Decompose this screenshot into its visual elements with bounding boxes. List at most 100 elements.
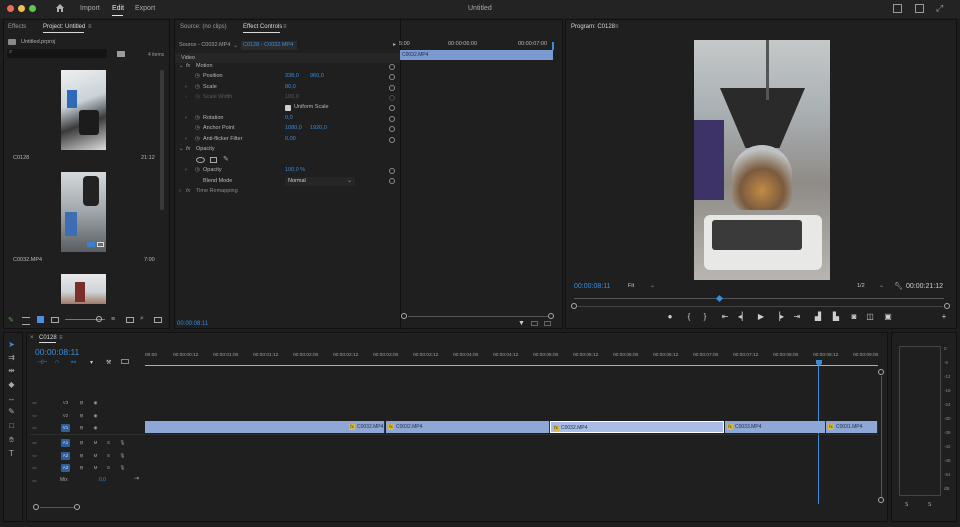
expand-arrow-icon[interactable]: › — [185, 115, 187, 121]
icon-view-icon[interactable] — [37, 316, 44, 323]
linked-selection-icon[interactable]: ⚯ — [71, 359, 76, 366]
automate-icon[interactable] — [126, 317, 134, 323]
selection-tool-icon[interactable]: ➤ — [6, 340, 17, 350]
razor-tool-icon[interactable]: ◆ — [6, 380, 17, 390]
scale-value[interactable]: 80,0 — [285, 84, 296, 90]
solo-button[interactable]: S — [928, 502, 931, 508]
add-marker-icon[interactable]: ▾ — [90, 359, 93, 366]
position-y-value[interactable]: 960,0 — [310, 73, 324, 79]
expand-arrow-icon[interactable]: › — [179, 188, 181, 194]
stopwatch-icon[interactable]: ◷ — [195, 73, 200, 79]
pen-mask-icon[interactable]: ✎ — [223, 155, 229, 163]
new-bin-icon[interactable] — [117, 51, 125, 57]
rotation-value[interactable]: 0,0 — [285, 115, 293, 121]
opacity-value[interactable]: 100,0 % — [285, 167, 305, 173]
timeline-zoom-left[interactable] — [33, 504, 39, 510]
mix-value[interactable]: 0,0 — [99, 477, 106, 483]
timeline-clip[interactable]: fx C0033.MP4 — [725, 421, 826, 433]
loop-icon[interactable] — [544, 321, 551, 326]
ripple-edit-tool-icon[interactable]: ⇹ — [6, 366, 17, 376]
export-tab[interactable]: Export — [135, 5, 155, 12]
vertical-scroll-top[interactable] — [878, 369, 884, 375]
add-button-icon[interactable]: + — [938, 312, 950, 321]
timeline-timecode[interactable]: 00:00:08:11 — [35, 347, 79, 357]
reset-icon[interactable] — [389, 178, 395, 184]
uniform-scale-checkbox[interactable] — [285, 105, 291, 111]
expand-arrow-icon[interactable]: › — [185, 84, 187, 90]
go-to-end-icon[interactable]: ⇥ — [134, 475, 139, 482]
extract-icon[interactable]: ▙ — [830, 312, 842, 321]
anchor-x-value[interactable]: 1080,0 — [285, 125, 302, 131]
panel-menu-icon[interactable]: ≡ — [283, 24, 287, 30]
scrollbar[interactable] — [160, 70, 164, 210]
program-zoom-right[interactable] — [944, 303, 950, 309]
captions-icon[interactable] — [121, 359, 129, 364]
clip-thumbnail[interactable] — [61, 274, 106, 304]
timeline-clip[interactable]: fx C0032.MP4 — [145, 421, 385, 433]
fx-icon[interactable]: fx — [186, 188, 190, 194]
track-select-tool-icon[interactable]: ⇉ — [6, 353, 17, 363]
sync-lock-icon[interactable]: ⊟ — [77, 439, 86, 447]
master-clip-label[interactable]: Source - C0032.MP4 — [179, 42, 230, 48]
reset-icon[interactable] — [389, 126, 395, 132]
lock-icon[interactable]: ▭ — [30, 424, 39, 432]
freeform-view-icon[interactable] — [51, 317, 59, 323]
eye-icon[interactable]: ◉ — [91, 412, 100, 420]
motion-row[interactable]: ⌄ fx Motion — [178, 62, 398, 72]
panel-menu-icon[interactable]: ≡ — [88, 24, 92, 30]
track-label-v1[interactable]: V1 — [61, 424, 70, 432]
safe-margins-icon[interactable]: ▣ — [882, 312, 894, 321]
clip-thumbnail-c0128[interactable] — [61, 70, 106, 150]
program-zoom-left[interactable] — [571, 303, 577, 309]
reset-icon[interactable] — [389, 168, 395, 174]
window-close-button[interactable] — [7, 5, 14, 12]
panel-menu-icon[interactable]: ≡ — [59, 335, 63, 341]
vertical-scrollbar[interactable] — [881, 376, 882, 498]
opacity-section-row[interactable]: ⌄ fx Opacity — [178, 145, 398, 155]
nest-icon[interactable]: ⊣⊢ — [37, 359, 47, 366]
time-remapping-row[interactable]: › fx Time Remapping — [178, 187, 398, 197]
track-label-a2[interactable]: A2 — [61, 452, 70, 460]
expand-arrow-icon[interactable]: › — [185, 167, 187, 173]
stopwatch-icon[interactable]: ◷ — [195, 84, 200, 90]
slip-tool-icon[interactable]: ↔ — [6, 394, 17, 404]
reset-icon[interactable] — [389, 137, 395, 143]
vertical-scroll-bottom[interactable] — [878, 497, 884, 503]
position-x-value[interactable]: 338,0 — [285, 73, 299, 79]
add-marker-icon[interactable]: ● — [664, 312, 676, 321]
mini-scroll-right[interactable] — [548, 313, 554, 319]
timeline-clip[interactable]: fx C0031.MP4 — [826, 421, 878, 433]
program-scrubber[interactable] — [574, 298, 944, 299]
chevron-down-icon[interactable]: ⌄ — [233, 42, 238, 49]
lock-icon[interactable]: ▭ — [30, 452, 39, 460]
expand-arrow-icon[interactable]: ▸ — [393, 41, 396, 48]
fx-icon[interactable]: fx — [186, 146, 190, 152]
mute-button[interactable]: M — [91, 464, 100, 472]
resolution-select[interactable]: 1/2 ⌄ — [855, 282, 887, 291]
type-tool-icon[interactable]: T — [6, 449, 17, 459]
program-video-frame[interactable] — [694, 40, 830, 280]
sync-lock-icon[interactable]: ⊟ — [77, 452, 86, 460]
search-input[interactable]: ⌕ — [7, 49, 107, 58]
rectangle-mask-icon[interactable] — [210, 157, 217, 163]
mini-clip-bar[interactable]: C0032.MP4 — [400, 50, 553, 60]
timeline-zoom-right[interactable] — [74, 504, 80, 510]
snap-icon[interactable]: ∩ — [55, 359, 59, 365]
solo-button[interactable]: S — [104, 464, 113, 472]
track-label-a3[interactable]: A3 — [61, 464, 70, 472]
anti-flicker-value[interactable]: 0,00 — [285, 136, 296, 142]
mute-button[interactable]: M — [91, 439, 100, 447]
lock-icon[interactable]: ▭ — [30, 464, 39, 472]
timeline-clip[interactable]: fx C0032.MP4 — [386, 421, 550, 433]
camera-icon[interactable]: ◙ — [848, 312, 860, 321]
solo-button[interactable]: S — [905, 502, 908, 508]
wrench-icon[interactable]: 🔧︎ — [894, 282, 903, 290]
panel-menu-icon[interactable]: ≡ — [615, 24, 619, 30]
timeline-zoom-bar[interactable] — [40, 507, 75, 508]
new-item-icon[interactable] — [154, 317, 162, 323]
track-label-a1[interactable]: A1 — [61, 439, 70, 447]
program-zoom-bar[interactable] — [578, 306, 943, 307]
reset-icon[interactable] — [389, 105, 395, 111]
solo-button[interactable]: S — [104, 452, 113, 460]
reset-icon[interactable] — [389, 74, 395, 80]
